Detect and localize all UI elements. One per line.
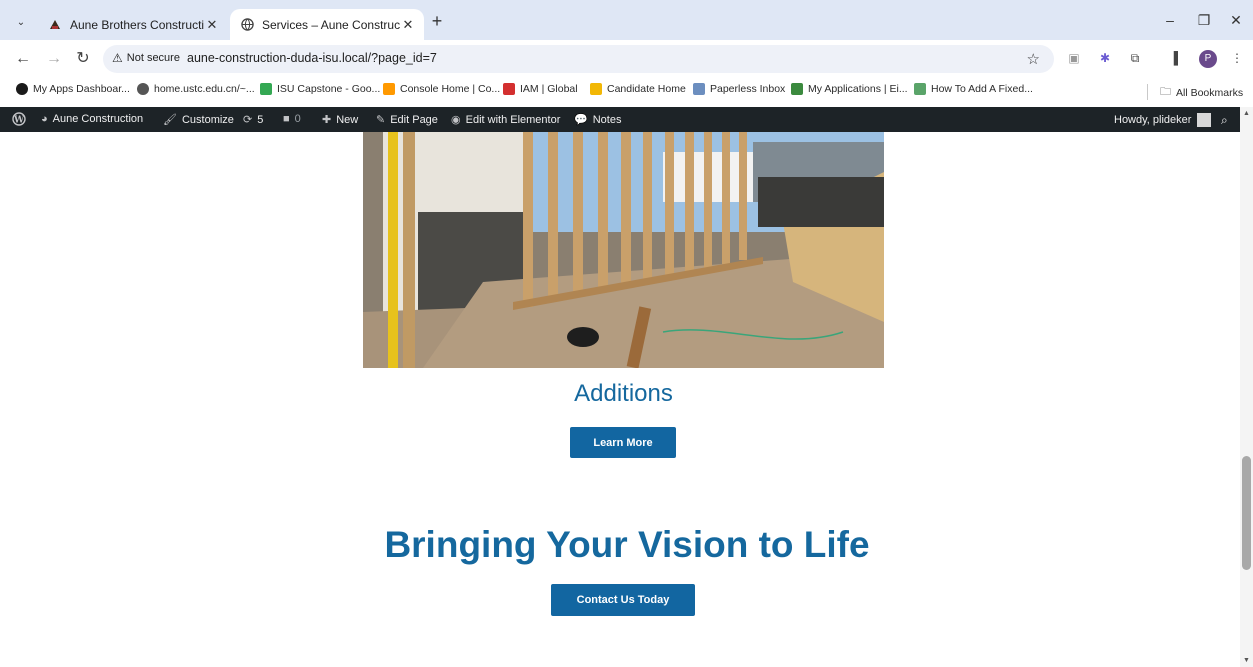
bookmark-item[interactable]: How To Add A Fixed... [914,83,1033,95]
all-bookmarks-folder[interactable]: 🗀 All Bookmarks [1160,83,1243,102]
folder-icon: 🗀 [1160,86,1171,98]
browser-menu-icon[interactable]: ⋮ [1229,50,1245,66]
search-icon[interactable]: ⌕ [1221,113,1228,128]
svg-text:W: W [13,116,25,126]
page-scrollbar[interactable] [1240,107,1253,667]
notes-link[interactable]: 💬 Notes [574,113,621,127]
address-bar[interactable]: ⚠ Not secure aune-construction-duda-isu.… [103,45,1054,73]
site-name-link[interactable]: ◕ Aune Construction [41,113,143,125]
avatar [1197,113,1212,127]
john-deere-icon [791,83,803,95]
bookmark-item[interactable]: home.ustc.edu.cn/~... [137,83,255,95]
page-content: Additions Learn More Bringing Your Visio… [0,132,1240,667]
elementor-icon: ◉ [451,114,461,126]
google-drive-icon [260,83,272,95]
extension-icon[interactable]: ▣ [1066,50,1082,66]
plus-icon: ✚ [322,114,332,126]
bookmark-favicon-icon [16,83,28,95]
browser-tab-strip: ⌄ Aune Brothers Construction ✕ Services … [0,0,1253,40]
profile-avatar[interactable]: P [1199,50,1217,68]
bookmark-item[interactable]: My Apps Dashboar... [16,83,130,95]
new-tab-button[interactable]: + [429,12,445,30]
edit-elementor-link[interactable]: ◉ Edit with Elementor [451,113,560,127]
account-menu[interactable]: Howdy, plideker [1114,113,1212,127]
service-title: Additions [574,380,673,407]
side-panel-icon[interactable]: ▌ [1170,50,1186,66]
bookmark-star-icon[interactable]: ☆ [1027,50,1040,68]
scrollbar-thumb[interactable] [1242,456,1251,570]
globe-icon [137,83,149,95]
tab-search-chevron-icon[interactable]: ⌄ [12,13,30,31]
bookmark-item[interactable]: ISU Capstone - Goo... [260,83,380,95]
restore-icon[interactable]: ❐ [1194,12,1214,29]
minimize-icon[interactable]: – [1160,12,1180,28]
contact-us-button[interactable]: Contact Us Today [551,584,695,616]
tab-aune-brothers[interactable]: Aune Brothers Construction ✕ [38,9,228,40]
bookmark-item[interactable]: My Applications | Ei... [791,83,908,95]
bookmark-item[interactable]: Paperless Inbox [693,83,785,95]
comments-link[interactable]: ■ 0 [283,113,301,125]
tab-close-icon[interactable]: ✕ [400,17,416,33]
wordpress-logo-icon[interactable]: W [12,112,26,126]
reload-icon[interactable]: ↻ [74,50,92,68]
bookmark-item[interactable]: IAM | Global [503,83,578,95]
updates-icon: ⟳ [243,114,253,126]
globe-icon [240,18,254,32]
forward-arrow-icon[interactable]: → [45,50,63,68]
paperless-icon [693,83,705,95]
window-close-icon[interactable]: ✕ [1226,12,1246,29]
bookmarks-bar: My Apps Dashboar... home.ustc.edu.cn/~..… [0,79,1253,105]
bookmark-item[interactable]: Console Home | Co... [383,83,500,95]
warning-icon: ⚠ [112,51,123,65]
learn-more-button[interactable]: Learn More [570,427,676,458]
tab-title: Aune Brothers Construction [70,17,204,32]
edit-page-link[interactable]: ✎ Edit Page [376,113,438,127]
bookmarks-divider [1147,84,1148,100]
dashboard-icon: ◕ [41,113,48,125]
scroll-down-arrow-icon[interactable]: ▼ [1243,657,1250,664]
iam-icon [503,83,515,95]
vision-headline: Bringing Your Vision to Life [384,524,870,565]
tab-close-icon[interactable]: ✕ [204,17,220,33]
updates-link[interactable]: ⟳ 5 [243,113,263,127]
paintbrush-icon: 🖌 [163,114,177,126]
extension-flower-icon[interactable]: ✱ [1097,50,1113,66]
workday-icon [590,83,602,95]
url-text[interactable]: aune-construction-duda-isu.local/?page_i… [187,51,437,65]
scroll-up-arrow-icon[interactable]: ▲ [1243,110,1250,117]
tab-title: Services – Aune Construction [262,17,400,32]
new-content-link[interactable]: ✚ New [322,113,358,127]
pencil-icon: ✎ [376,114,386,126]
comment-icon: ■ [283,113,290,125]
bookmark-item[interactable]: Candidate Home [590,83,686,95]
additions-construction-photo [363,132,884,368]
extensions-puzzle-icon[interactable]: ⧉ [1127,50,1143,66]
security-label: Not secure [126,52,180,64]
back-arrow-icon[interactable]: ← [14,50,32,68]
wp-admin-bar: W ◕ Aune Construction 🖌 Customize ⟳ 5 ■ … [0,107,1240,132]
tab-services[interactable]: Services – Aune Construction ✕ [230,9,424,40]
customize-link[interactable]: 🖌 Customize [163,113,234,127]
aws-icon [383,83,395,95]
site-favicon-icon [48,18,62,32]
speech-bubble-icon: 💬 [574,114,588,126]
security-chip[interactable]: ⚠ Not secure [112,51,180,65]
bookmark-favicon-icon [914,83,926,95]
